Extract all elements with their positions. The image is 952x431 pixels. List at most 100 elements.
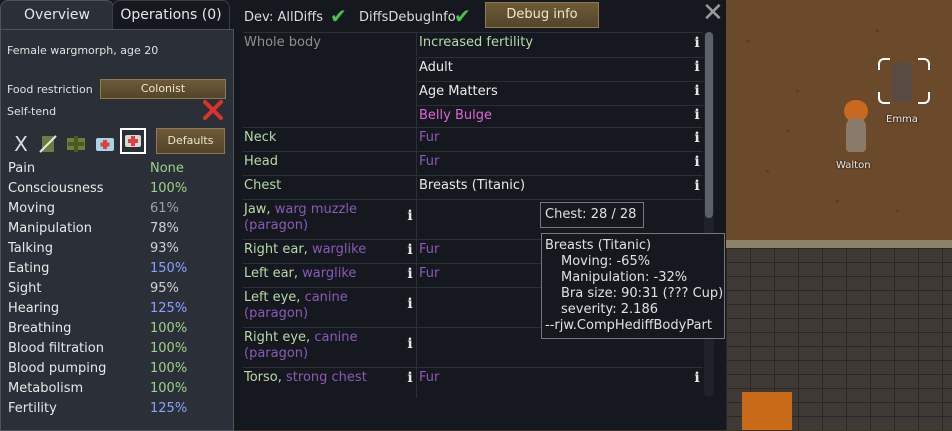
walton-name: Walton xyxy=(836,160,871,171)
info-icon[interactable]: i xyxy=(692,83,702,99)
care-none-button[interactable]: X xyxy=(11,132,31,156)
care-herbal-icon[interactable] xyxy=(65,134,87,154)
debug-info-button[interactable]: Debug info xyxy=(485,2,599,28)
info-icon[interactable]: i xyxy=(405,208,415,224)
bodypart-tooltip: Chest: 28 / 28 xyxy=(540,202,644,228)
hediff-cell[interactable]: Belly Bulge xyxy=(416,105,704,128)
health-overview-panel: Overview Operations (0) Female wargmorph… xyxy=(0,0,234,431)
bodypart-label: Chest xyxy=(244,178,282,193)
colonist-emma[interactable]: Emma xyxy=(878,58,930,128)
food-restriction-button[interactable]: Colonist xyxy=(100,79,226,99)
info-icon[interactable]: i xyxy=(692,59,702,75)
diffs-debug-info-label: DiffsDebugInfo xyxy=(359,10,456,25)
dev-alldiffs-label: Dev: AllDiffs xyxy=(244,10,323,25)
capacity-value: 100% xyxy=(150,361,188,376)
care-industrial-icon[interactable] xyxy=(94,134,116,154)
self-tend-label: Self-tend xyxy=(7,105,57,118)
capacity-row-moving: Moving 61% xyxy=(8,201,179,216)
info-icon[interactable]: i xyxy=(692,130,702,146)
capacity-value: 100% xyxy=(150,181,188,196)
bodypart-label: Whole body xyxy=(244,35,321,50)
info-icon[interactable]: i xyxy=(405,266,415,282)
table-row-whole-body: Whole body Increased fertility Adult Age… xyxy=(243,32,704,128)
capacity-row-talking: Talking 93% xyxy=(8,241,179,256)
tooltip-line: severity: 2.186 xyxy=(561,302,658,317)
capacity-row-fertility: Fertility 125% xyxy=(8,401,188,416)
overview-content: Female wargmorph, age 20 Food restrictio… xyxy=(0,29,234,431)
hediff-table-panel: Dev: AllDiffs ✔ DiffsDebugInfo ✔ Debug i… xyxy=(234,0,726,430)
info-icon[interactable]: i xyxy=(692,35,702,51)
food-restriction-label: Food restriction xyxy=(7,83,93,96)
tab-overview[interactable]: Overview xyxy=(0,0,114,29)
capacity-row-blood-pumping: Blood pumping 100% xyxy=(8,361,188,376)
info-icon[interactable]: i xyxy=(692,154,702,170)
bodypart-label: Right eye, canine (paragon) xyxy=(244,330,358,361)
info-icon[interactable]: i xyxy=(692,107,702,123)
bodypart-label: Left eye, canine (paragon) xyxy=(244,290,348,321)
tooltip-line: Bra size: 90:31 (??? Cup) xyxy=(561,286,724,301)
capacity-value: 78% xyxy=(150,221,179,236)
table-row-chest: Chest Breasts (Titanic) i xyxy=(243,175,703,199)
capacity-row-sight: Sight 95% xyxy=(8,281,179,296)
hediff-cell[interactable]: Increased fertility xyxy=(416,33,704,56)
wall-edge xyxy=(726,240,952,248)
info-icon[interactable]: i xyxy=(405,296,415,312)
scrollbar-thumb[interactable] xyxy=(705,32,713,218)
hediff-cell[interactable]: Age Matters xyxy=(416,81,704,105)
capacity-row-hearing: Hearing 125% xyxy=(8,301,188,316)
capacity-row-pain: Pain None xyxy=(8,161,184,176)
defaults-button[interactable]: Defaults xyxy=(156,128,225,154)
tooltip-line: Manipulation: -32% xyxy=(561,270,688,285)
table-row-head: Head Fur i xyxy=(243,151,703,175)
tooltip-title: Breasts (Titanic) xyxy=(545,238,652,253)
bodypart-label: Left ear, warglike xyxy=(244,266,357,281)
hediff-cell[interactable]: Adult xyxy=(416,57,704,81)
care-nomeds-icon[interactable] xyxy=(38,134,58,154)
capacity-value: 125% xyxy=(150,301,188,316)
tab-operations[interactable]: Operations (0) xyxy=(112,0,230,30)
capacity-row-eating: Eating 150% xyxy=(8,261,188,276)
bodypart-label: Jaw, warg muzzle (paragon) xyxy=(244,202,357,233)
capacity-value: None xyxy=(150,161,184,176)
diffs-debug-check-icon[interactable]: ✔ xyxy=(454,4,471,28)
capacity-row-manipulation: Manipulation 78% xyxy=(8,221,179,236)
colonist-walton[interactable]: Walton xyxy=(834,100,882,176)
hediff-cell[interactable]: Fur xyxy=(416,368,703,398)
info-icon[interactable]: i xyxy=(405,370,415,386)
capacity-value: 100% xyxy=(150,321,188,336)
alldiffs-check-icon[interactable]: ✔ xyxy=(330,4,347,28)
capacity-row-breathing: Breathing 100% xyxy=(8,321,188,336)
capacity-row-metabolism: Metabolism 100% xyxy=(8,381,188,396)
capacity-value: 95% xyxy=(150,281,179,296)
info-icon[interactable]: i xyxy=(405,336,415,352)
bodypart-label: Head xyxy=(244,154,278,169)
tooltip-line: --rjw.CompHediffBodyPart xyxy=(545,318,712,333)
hediff-tooltip: Breasts (Titanic) Moving: -65% Manipulat… xyxy=(541,233,725,339)
hediff-cell[interactable]: Breasts (Titanic) xyxy=(416,176,704,199)
capacity-value: 93% xyxy=(150,241,179,256)
tooltip-line: Moving: -65% xyxy=(561,254,651,269)
self-tend-checkbox-x-icon[interactable] xyxy=(201,98,225,122)
emma-sprite xyxy=(892,62,912,102)
info-icon[interactable]: i xyxy=(692,178,702,194)
hediff-cell[interactable]: Fur xyxy=(416,128,704,151)
capacity-value: 150% xyxy=(150,261,188,276)
care-glitterworld-icon[interactable] xyxy=(120,128,146,154)
capacity-value: 100% xyxy=(150,381,188,396)
orange-crate[interactable] xyxy=(742,392,792,430)
close-icon[interactable]: ✕ xyxy=(702,0,724,26)
info-icon[interactable]: i xyxy=(405,242,415,258)
bodypart-label: Torso, strong chest xyxy=(244,370,367,385)
table-row-neck: Neck Fur i xyxy=(243,127,703,151)
pawn-description: Female wargmorph, age 20 xyxy=(7,44,159,57)
walton-sprite xyxy=(846,118,866,152)
info-icon[interactable]: i xyxy=(692,370,702,386)
table-scrollbar[interactable] xyxy=(704,32,714,396)
capacity-value: 100% xyxy=(150,341,188,356)
emma-name: Emma xyxy=(886,114,918,125)
capacity-value: 125% xyxy=(150,401,188,416)
game-map[interactable]: Emma Walton xyxy=(726,0,952,430)
bodypart-label: Neck xyxy=(244,130,277,145)
hediff-cell[interactable]: Fur xyxy=(416,152,704,175)
capacity-row-consciousness: Consciousness 100% xyxy=(8,181,188,196)
